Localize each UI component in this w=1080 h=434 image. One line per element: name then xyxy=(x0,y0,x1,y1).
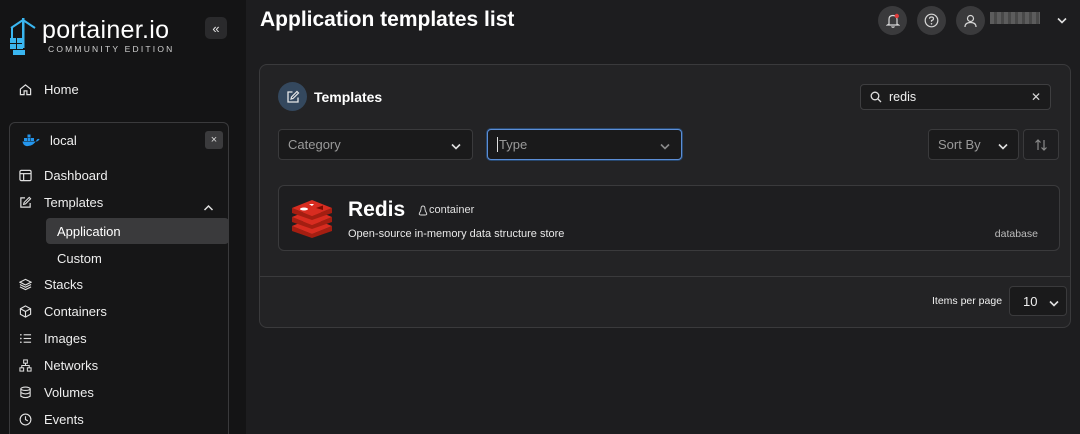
chevrons-left-icon: « xyxy=(212,20,220,36)
template-type-label: container xyxy=(429,204,475,216)
sidebar-item-label: Stacks xyxy=(44,277,84,292)
chevron-down-icon xyxy=(659,139,671,154)
chevron-down-icon xyxy=(1048,296,1060,311)
sidebar-item-label: Application xyxy=(57,223,121,239)
category-placeholder: Category xyxy=(288,137,341,152)
sort-order-button[interactable] xyxy=(1023,129,1059,160)
home-icon xyxy=(18,83,32,97)
sidebar-item-custom[interactable]: Custom xyxy=(46,245,229,271)
clock-icon xyxy=(18,413,32,427)
clear-search-icon[interactable]: ✕ xyxy=(1031,90,1041,104)
search-input[interactable]: redis ✕ xyxy=(860,84,1051,110)
items-per-page-select[interactable]: 10 xyxy=(1009,286,1067,316)
linux-icon xyxy=(418,205,428,215)
sidebar-item-label: Networks xyxy=(44,358,99,373)
panel-title: Templates xyxy=(314,89,383,105)
items-per-page-value: 10 xyxy=(1023,293,1038,309)
template-card-redis[interactable]: Redis container Open-source in-memory da… xyxy=(278,185,1060,251)
edit-icon xyxy=(278,82,307,111)
sidebar-item-stacks[interactable]: Stacks xyxy=(18,277,83,292)
chevron-down-icon xyxy=(450,139,462,154)
sidebar-item-containers[interactable]: Containers xyxy=(18,304,107,319)
sidebar-item-volumes[interactable]: Volumes xyxy=(18,385,94,400)
template-description: Open-source in-memory data structure sto… xyxy=(348,228,565,240)
type-placeholder: Type xyxy=(499,137,528,152)
templates-panel: Templates redis ✕ Category Type Sort By xyxy=(259,64,1071,328)
network-icon xyxy=(18,359,32,373)
sidebar-item-label: Volumes xyxy=(44,385,94,400)
collapse-sidebar-button[interactable]: « xyxy=(205,17,227,39)
list-icon xyxy=(18,332,32,346)
sidebar-item-label: Images xyxy=(44,331,87,346)
sort-arrows-icon xyxy=(1035,138,1047,151)
help-button[interactable] xyxy=(917,6,946,35)
sidebar-item-dashboard[interactable]: Dashboard xyxy=(18,168,108,183)
text-caret xyxy=(497,137,498,152)
portainer-logo[interactable]: portainer.io COMMUNITY EDITION xyxy=(8,16,175,56)
help-icon xyxy=(924,13,939,28)
chevron-up-icon[interactable] xyxy=(203,199,214,217)
environment-name: local xyxy=(22,133,77,148)
divider xyxy=(260,276,1070,277)
dashboard-icon xyxy=(18,169,32,183)
redis-logo-icon xyxy=(292,200,332,238)
environment-label: local xyxy=(50,133,77,148)
user-name-redacted xyxy=(990,12,1040,24)
notifications-button[interactable] xyxy=(878,6,907,35)
brand-subtitle: COMMUNITY EDITION xyxy=(48,44,175,54)
box-icon xyxy=(18,305,32,319)
search-value: redis xyxy=(889,90,917,104)
user-menu-button[interactable] xyxy=(956,6,985,35)
sidebar-item-label: Events xyxy=(44,412,84,427)
sidebar-item-home[interactable]: Home xyxy=(18,82,79,97)
chevron-down-icon[interactable] xyxy=(1056,12,1068,30)
sidebar-item-networks[interactable]: Networks xyxy=(18,358,98,373)
sidebar-item-application[interactable]: Application xyxy=(46,218,229,244)
sidebar-item-label: Home xyxy=(44,82,79,97)
page-title: Application templates list xyxy=(260,8,515,31)
template-type: container xyxy=(418,204,474,216)
database-icon xyxy=(18,386,32,400)
brand-title: portainer.io xyxy=(42,16,170,44)
sort-by-select[interactable]: Sort By xyxy=(928,129,1019,160)
close-icon: × xyxy=(210,134,218,146)
user-icon xyxy=(964,14,977,27)
items-per-page-label: Items per page xyxy=(932,295,1003,307)
sidebar-item-label: Custom xyxy=(57,250,102,266)
sidebar-item-label: Templates xyxy=(44,195,104,210)
template-name: Redis xyxy=(348,198,406,221)
portainer-logo-icon xyxy=(10,18,36,55)
sort-by-placeholder: Sort By xyxy=(938,137,981,152)
search-icon xyxy=(870,91,882,103)
bell-icon xyxy=(885,13,900,28)
sidebar-item-images[interactable]: Images xyxy=(18,331,87,346)
sidebar-item-events[interactable]: Events xyxy=(18,412,84,427)
docker-icon xyxy=(22,134,40,148)
category-select[interactable]: Category xyxy=(278,129,473,160)
layers-icon xyxy=(18,278,32,292)
type-select[interactable]: Type xyxy=(487,129,682,160)
sidebar-item-label: Dashboard xyxy=(44,168,108,183)
close-environment-button[interactable]: × xyxy=(205,131,223,149)
sidebar-item-templates[interactable]: Templates xyxy=(18,195,103,210)
edit-icon xyxy=(18,196,32,210)
sidebar: portainer.io COMMUNITY EDITION « Home lo… xyxy=(0,0,246,434)
chevron-down-icon xyxy=(997,139,1009,154)
sidebar-item-label: Containers xyxy=(44,304,107,319)
template-category: database xyxy=(994,228,1038,240)
